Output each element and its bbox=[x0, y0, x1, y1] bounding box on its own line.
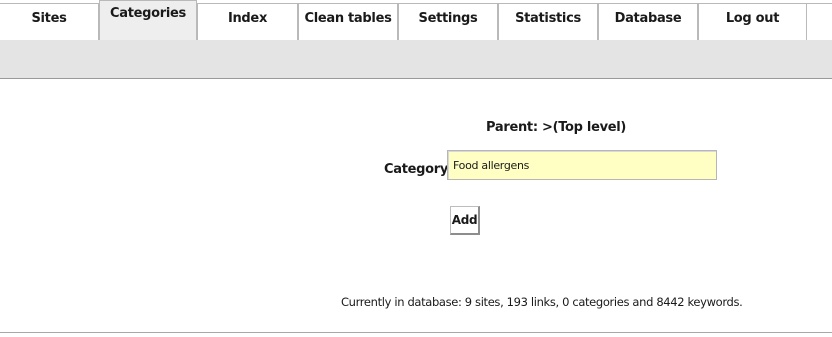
parent-label: Parent: >(Top level) bbox=[486, 120, 627, 135]
tab-settings[interactable]: Settings bbox=[398, 3, 498, 40]
divider bbox=[0, 332, 832, 333]
tab-database[interactable]: Database bbox=[598, 3, 698, 40]
tab-statistics[interactable]: Statistics bbox=[498, 3, 598, 40]
tab-label: Statistics bbox=[515, 10, 581, 26]
tab-categories[interactable]: Categories bbox=[99, 0, 197, 40]
database-status: Currently in database: 9 sites, 193 link… bbox=[341, 295, 743, 309]
tab-label: Database bbox=[614, 10, 682, 26]
tab-label: Sites bbox=[31, 10, 67, 26]
tab-label: Settings bbox=[418, 10, 478, 26]
tab-bar-tail bbox=[807, 3, 832, 40]
tab-index[interactable]: Index bbox=[197, 3, 298, 40]
category-label: Category: bbox=[384, 162, 453, 177]
tab-clean-tables[interactable]: Clean tables bbox=[298, 3, 398, 40]
tab-label: Categories bbox=[109, 6, 186, 21]
tab-bar: Sites Categories Index Clean tables Sett… bbox=[0, 0, 832, 40]
tab-label: Clean tables bbox=[304, 10, 392, 26]
subnav-strip bbox=[0, 40, 832, 79]
tab-label: Index bbox=[227, 10, 268, 26]
category-input[interactable] bbox=[447, 150, 717, 180]
tab-sites[interactable]: Sites bbox=[0, 3, 99, 40]
tab-label: Log out bbox=[725, 10, 780, 26]
add-button[interactable]: Add bbox=[450, 206, 480, 235]
tab-log-out[interactable]: Log out bbox=[698, 3, 807, 40]
